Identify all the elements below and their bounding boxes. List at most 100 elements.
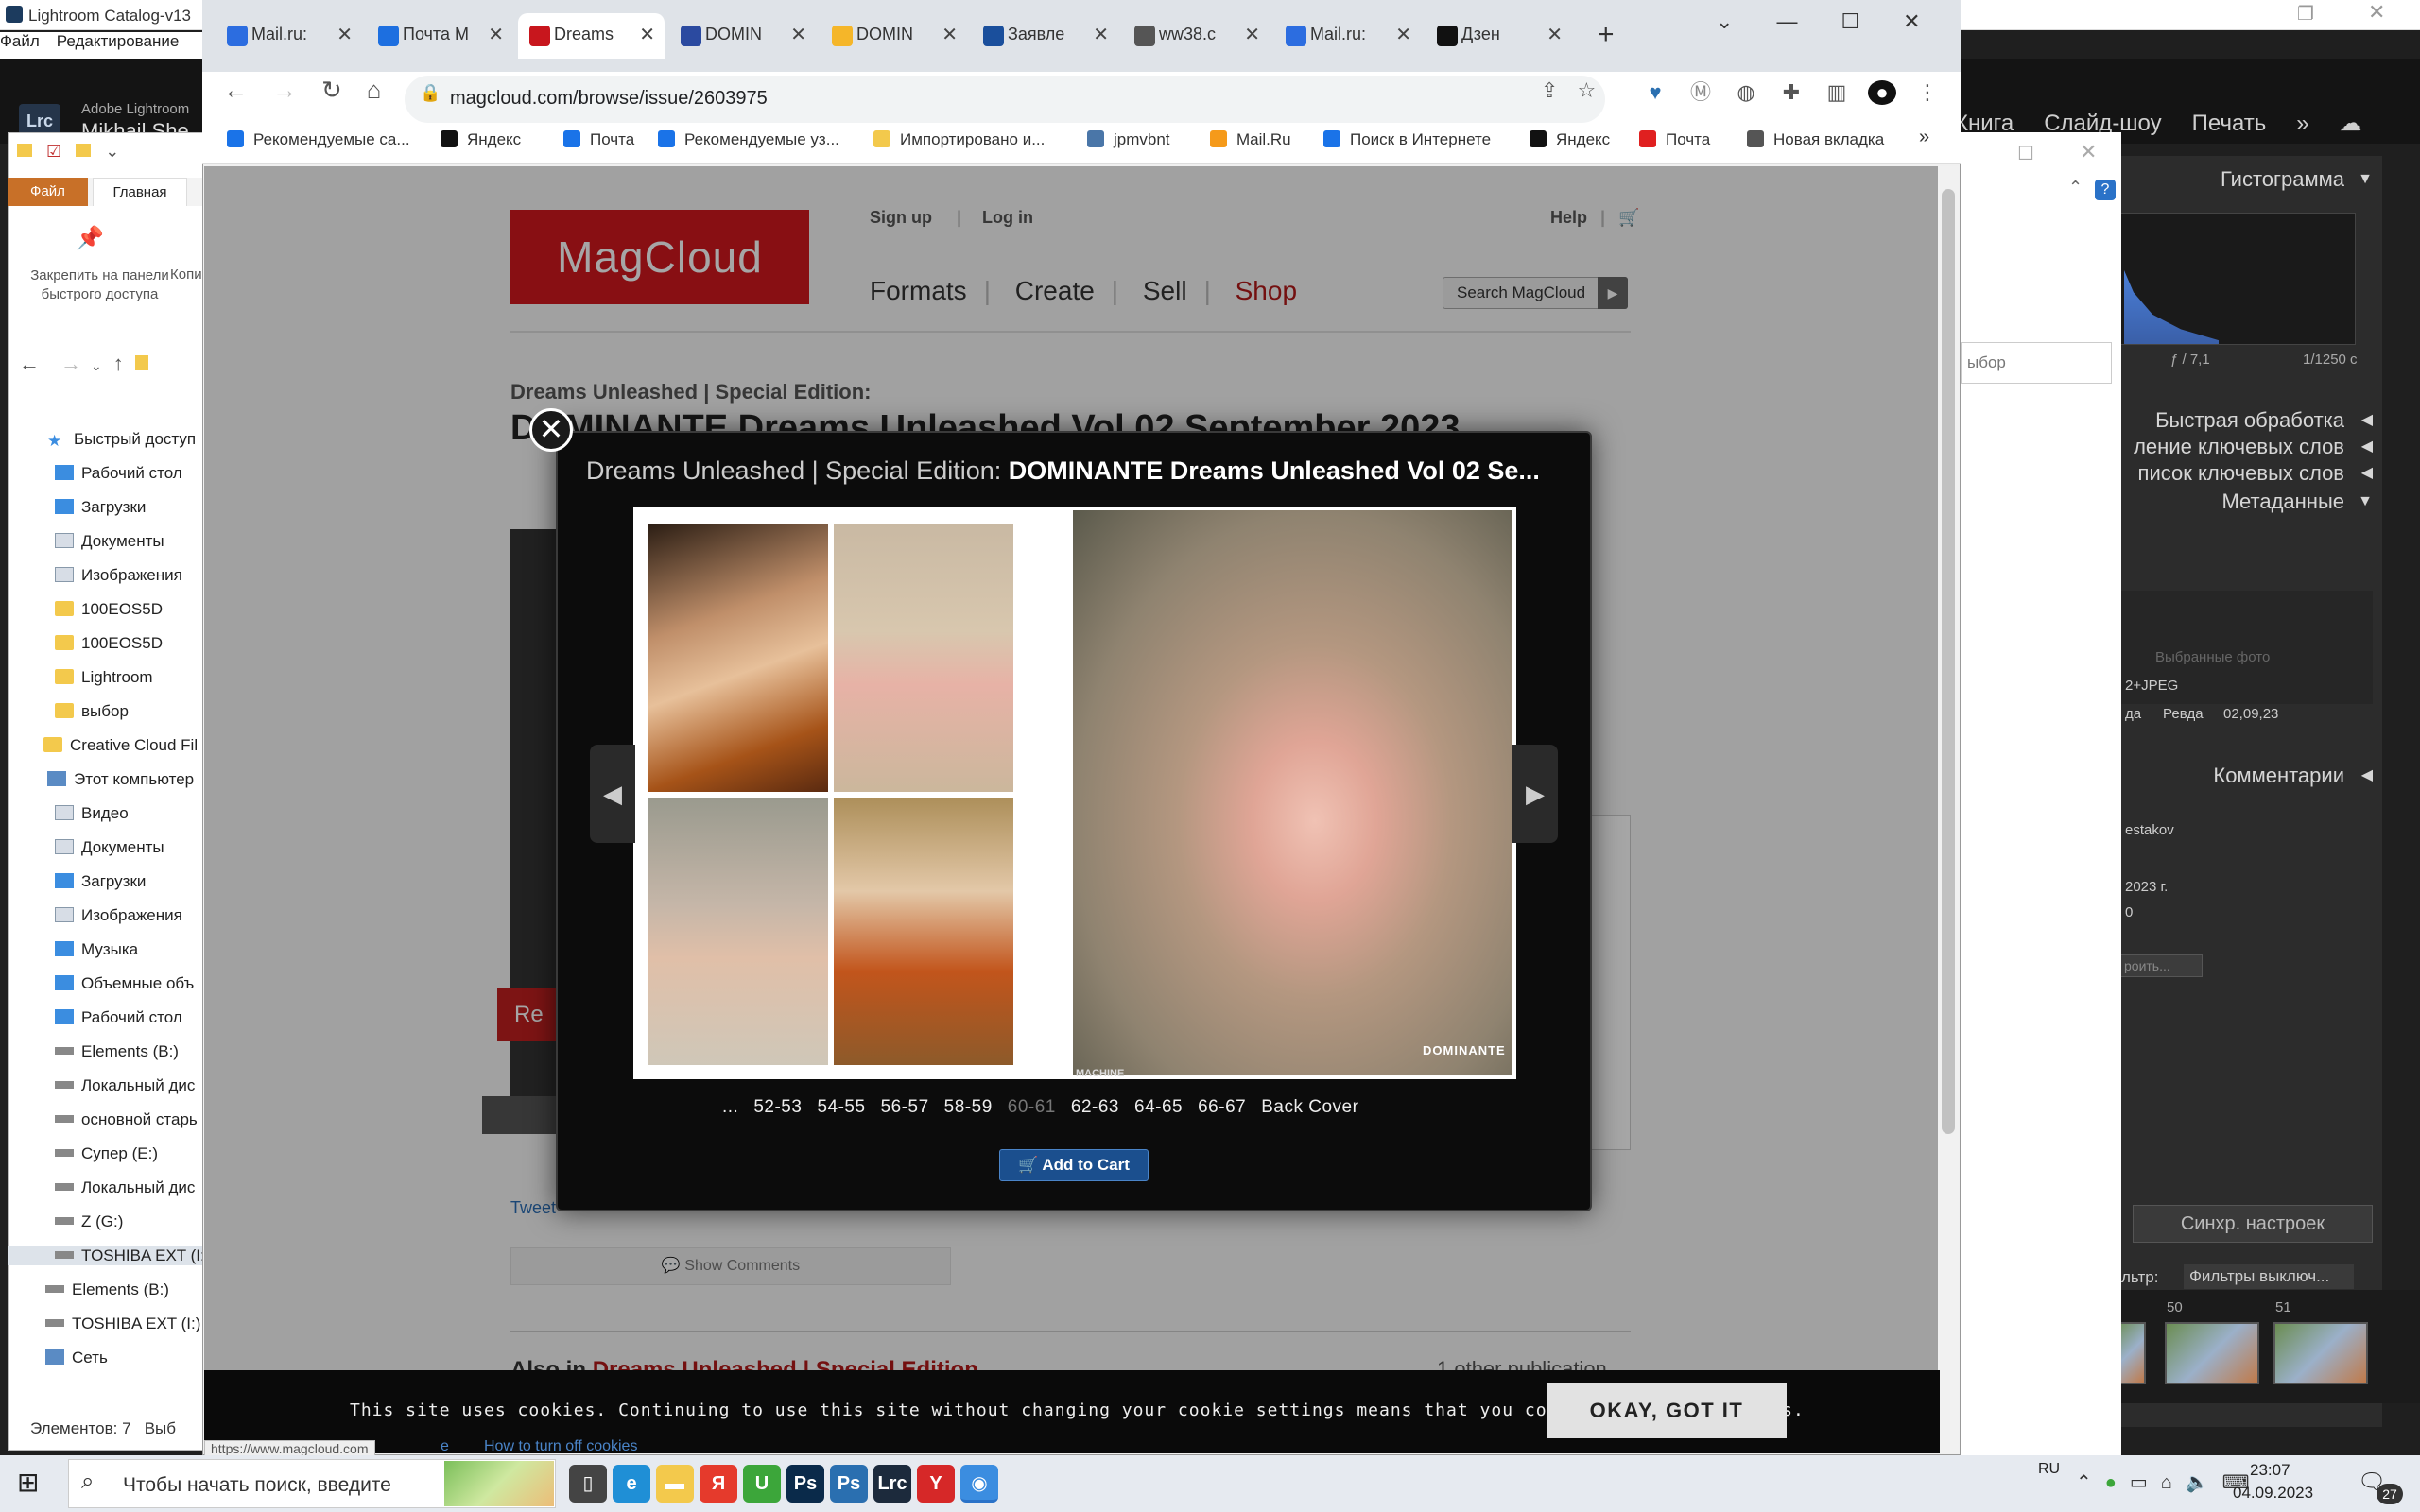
customize-icon[interactable]: ⌄ xyxy=(105,142,119,161)
share-icon[interactable]: ⇪ xyxy=(1541,78,1558,102)
nav-tree-item[interactable]: TOSHIBA EXT (I:) xyxy=(45,1314,200,1333)
network-icon[interactable]: ⌂ xyxy=(2161,1472,2172,1493)
explorer-taskbar-icon[interactable]: ▬ xyxy=(656,1465,694,1503)
nav-tree-item[interactable]: TOSHIBA EXT (I:) xyxy=(8,1246,210,1265)
nav-tree-item[interactable]: Локальный дис xyxy=(55,1076,195,1095)
nav-tree-item[interactable]: основной старь xyxy=(55,1110,198,1129)
tab-close-icon[interactable]: ✕ xyxy=(790,23,806,46)
nav-tree-item[interactable]: Изображения xyxy=(55,566,182,585)
tab-close-icon[interactable]: ✕ xyxy=(1244,23,1260,46)
filter-select[interactable]: Фильтры выключ... xyxy=(2184,1264,2354,1289)
scrollbar-thumb[interactable] xyxy=(1942,189,1955,1134)
tab-home[interactable]: Главная xyxy=(93,178,187,206)
filmstrip-thumb[interactable] xyxy=(2165,1322,2259,1384)
tab-close-icon[interactable]: ✕ xyxy=(942,23,958,46)
lr-maximize-icon[interactable]: ❐ xyxy=(2297,2,2314,26)
extension-globe-icon[interactable]: ◍ xyxy=(1732,80,1760,105)
browser-tab[interactable]: ww38.c ✕ xyxy=(1123,13,1270,59)
nav-tree-item[interactable]: Музыка xyxy=(55,940,138,959)
new-tab-button[interactable]: + xyxy=(1598,19,1615,51)
nav-tree-item[interactable]: Загрузки xyxy=(55,498,146,517)
language-indicator[interactable]: RU xyxy=(2038,1461,2060,1478)
menu-icon[interactable]: ⋮ xyxy=(1913,80,1942,105)
modal-close-button[interactable]: ✕ xyxy=(529,408,573,452)
panel-metadata[interactable]: Метаданные ▼ xyxy=(2108,483,2382,521)
browser-tab[interactable]: DOMIN ✕ xyxy=(821,13,967,59)
yandex-taskbar-icon[interactable]: Я xyxy=(700,1465,737,1503)
back-icon[interactable]: ← xyxy=(19,352,40,375)
browser-tab[interactable]: Mail.ru: ✕ xyxy=(1274,13,1421,59)
clock-time[interactable]: 23:07 xyxy=(2250,1461,2290,1480)
nav-tree-item[interactable]: Документы xyxy=(55,532,164,551)
page-link[interactable]: 60-61 xyxy=(1008,1097,1056,1117)
nav-tree-item[interactable]: Объемные объ xyxy=(55,974,194,993)
tab-close-icon[interactable]: ✕ xyxy=(639,23,655,46)
page-link[interactable]: 66-67 xyxy=(1198,1097,1246,1117)
lock-icon[interactable]: 🔒 xyxy=(420,83,441,103)
bookmark-item[interactable]: Импортировано и... xyxy=(873,130,1045,149)
nav-tree-item[interactable]: Локальный дис xyxy=(55,1178,195,1197)
extensions-puzzle-icon[interactable]: ✚ xyxy=(1777,80,1806,105)
tab-search-icon[interactable]: ⌄ xyxy=(1716,9,1733,33)
bookmark-item[interactable]: Рекомендуемые уз... xyxy=(658,130,839,149)
browser-tab[interactable]: Dreams ✕ xyxy=(518,13,665,59)
browser-tab[interactable]: Дзен ✕ xyxy=(1426,13,1572,59)
properties-icon[interactable]: ☑ xyxy=(46,142,61,161)
photoshop-2-taskbar-icon[interactable]: Ps xyxy=(830,1465,868,1503)
nav-tree-item[interactable]: ★ Быстрый доступ xyxy=(47,430,196,450)
bookmarks-more-icon[interactable]: » xyxy=(1919,127,1929,148)
page-link[interactable]: Back Cover xyxy=(1261,1097,1358,1117)
cloud-icon[interactable]: ☁ xyxy=(2340,111,2362,136)
extension-heart-icon[interactable]: ♥ xyxy=(1641,80,1669,105)
menu-edit[interactable]: Редактирование xyxy=(57,32,180,50)
add-to-cart-button[interactable]: 🛒 Add to Cart xyxy=(999,1149,1149,1181)
menu-file[interactable]: Файл xyxy=(0,32,40,50)
nav-tree-item[interactable]: Документы xyxy=(55,838,164,857)
reload-icon[interactable]: ↻ xyxy=(321,76,342,104)
filmstrip-thumb[interactable] xyxy=(2273,1322,2368,1384)
next-page-button[interactable]: ▶ xyxy=(1512,745,1558,843)
page-link[interactable]: 58-59 xyxy=(944,1097,993,1117)
pin-icon[interactable]: 📌 xyxy=(76,225,104,252)
bookmark-item[interactable]: Яндекс xyxy=(441,130,521,149)
nav-tree-item[interactable]: выбор xyxy=(55,702,129,721)
browser-tab[interactable]: Mail.ru: ✕ xyxy=(216,13,362,59)
nav-tree-item[interactable]: Супер (E:) xyxy=(55,1144,158,1163)
page-link[interactable]: 56-57 xyxy=(881,1097,929,1117)
utorrent-taskbar-icon[interactable]: U xyxy=(743,1465,781,1503)
browser-tab[interactable]: DOMIN ✕ xyxy=(669,13,816,59)
bookmark-item[interactable]: Рекомендуемые са... xyxy=(227,130,410,149)
module-print[interactable]: Печать xyxy=(2192,111,2267,136)
lightroom-taskbar-icon[interactable]: Lrc xyxy=(873,1465,911,1503)
nav-tree-item[interactable]: Lightroom xyxy=(55,668,153,687)
help-icon[interactable]: ? xyxy=(2095,180,2116,200)
bookmark-star-icon[interactable]: ☆ xyxy=(1577,78,1596,102)
tab-close-icon[interactable]: ✕ xyxy=(1395,23,1411,46)
tray-device-icon[interactable]: ▭ xyxy=(2130,1472,2148,1493)
back-icon[interactable]: ← xyxy=(223,76,248,104)
prev-page-button[interactable]: ◀ xyxy=(590,745,635,843)
tab-file[interactable]: Файл xyxy=(8,178,88,206)
notification-count[interactable]: 27 xyxy=(2377,1484,2403,1504)
page-link[interactable]: 54-55 xyxy=(817,1097,865,1117)
browser-tab[interactable]: Заявле ✕ xyxy=(972,13,1118,59)
folder-icon[interactable] xyxy=(17,144,32,157)
maximize-icon[interactable]: ☐ xyxy=(1841,9,1859,33)
nav-tree-item[interactable]: Elements (B:) xyxy=(55,1042,179,1061)
task-view-taskbar-icon[interactable]: ▯ xyxy=(569,1465,607,1503)
nav-tree-item[interactable]: Видео xyxy=(55,804,129,823)
taskbar-search-placeholder[interactable]: Чтобы начать поиск, введите xyxy=(123,1474,391,1497)
photoshop-taskbar-icon[interactable]: Ps xyxy=(786,1465,824,1503)
recent-icon[interactable]: ⌄ xyxy=(91,358,102,373)
bookmark-item[interactable]: Яндекс xyxy=(1530,130,1610,149)
sync-settings-button[interactable]: Синхр. настроек xyxy=(2133,1205,2373,1243)
pin-quick-access-label[interactable]: Закрепить на панели быстрого доступа xyxy=(17,266,182,304)
tab-close-icon[interactable]: ✕ xyxy=(488,23,504,46)
url-text[interactable]: magcloud.com/browse/issue/2603975 xyxy=(450,79,768,117)
search-highlight-image[interactable] xyxy=(444,1461,554,1506)
new-folder-icon[interactable] xyxy=(76,144,92,157)
edge-taskbar-icon[interactable]: e xyxy=(613,1465,650,1503)
tray-app-icon[interactable]: ● xyxy=(2105,1472,2117,1493)
nav-tree-item[interactable]: Рабочий стол xyxy=(55,1008,182,1027)
start-button[interactable]: ⊞ xyxy=(17,1467,49,1499)
